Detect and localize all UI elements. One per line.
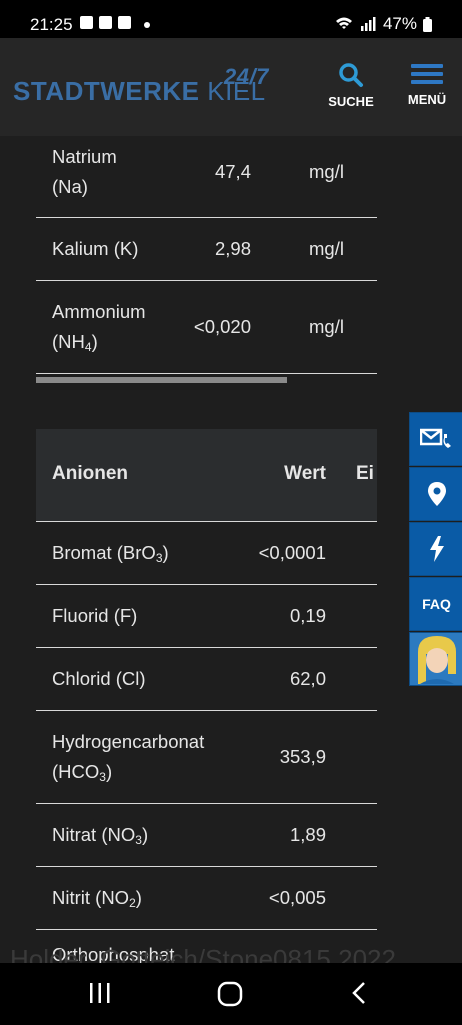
stadtwerke-kiel-logo[interactable]: STADTWERKE KIEL 24/7: [13, 64, 268, 107]
table-row: Ammonium (NH4) <0,020 mg/l: [36, 281, 377, 374]
faq-button[interactable]: FAQ: [409, 577, 462, 631]
cell-value: 62,0: [289, 668, 326, 689]
header-anionen: Anionen: [52, 463, 128, 484]
search-icon: [339, 63, 363, 87]
chat-assistant-button[interactable]: [409, 632, 462, 686]
main-content: Natrium (Na) 47,4 mg/l Kalium (K) 2,98 mg…: [0, 136, 462, 963]
cell-value: 2,98: [214, 238, 251, 259]
cell-value: <0,0001: [258, 542, 326, 563]
system-navigation-bar: [0, 963, 462, 1025]
lightning-icon: [429, 536, 444, 562]
cell-name: Nitrat (NO3): [52, 824, 149, 847]
hamburger-menu-icon: [411, 64, 443, 84]
status-bar: 21:25 47%: [0, 0, 462, 38]
cell-name: Hydrogencarbonat (HCO3): [52, 731, 205, 784]
cell-value: <0,020: [193, 316, 251, 337]
app-icon: [118, 16, 131, 29]
table-row: Bromat (BrO3) <0,0001: [36, 522, 377, 585]
logo-text-247: 24/7: [224, 64, 269, 89]
signal-icon: [360, 17, 376, 31]
mail-phone-icon: [419, 428, 451, 448]
gallery-icon: [80, 16, 93, 29]
table-row: Chlorid (Cl) 62,0: [36, 648, 377, 711]
table-row: Natrium (Na) 47,4 mg/l: [36, 136, 377, 218]
cell-name: Kalium (K): [52, 238, 139, 259]
contact-phone-button[interactable]: [409, 412, 462, 466]
menu-label: MENÜ: [407, 92, 447, 107]
table-row: Fluorid (F) 0,19: [36, 585, 377, 648]
cell-value: 47,4: [214, 161, 251, 182]
cell-name: Natrium (Na): [52, 146, 117, 197]
header-einheit: Ei: [356, 463, 374, 484]
search-label: SUCHE: [328, 94, 374, 109]
table-row: Nitrat (NO3) 1,89: [36, 804, 377, 867]
table-row: Hydrogencarbonat (HCO3) 353,9: [36, 711, 377, 804]
cell-unit: mg/l: [309, 238, 344, 259]
wifi-icon: [335, 17, 352, 29]
cell-value: 1,89: [289, 824, 326, 845]
battery-icon: [423, 16, 432, 32]
location-button[interactable]: [409, 467, 462, 521]
header-wert: Wert: [284, 463, 326, 484]
table-row: Kalium (K) 2,98 mg/l: [36, 218, 377, 281]
search-button[interactable]: SUCHE: [326, 62, 376, 109]
home-icon[interactable]: [217, 981, 243, 1007]
table-row: Nitrit (NO2) <0,005: [36, 867, 377, 930]
cell-value: <0,005: [268, 887, 326, 908]
system-icons: 47%: [335, 14, 432, 34]
cell-value: 353,9: [279, 746, 326, 767]
logo-text-main: STADTWERKE: [13, 76, 200, 106]
status-time: 21:25: [30, 15, 73, 34]
map-pin-icon: [427, 482, 446, 506]
outage-button[interactable]: [409, 522, 462, 576]
menu-button[interactable]: MENÜ: [402, 62, 452, 107]
back-icon[interactable]: [348, 981, 372, 1005]
cell-name: Bromat (BrO3): [52, 542, 169, 565]
cell-unit: mg/l: [309, 161, 344, 182]
more-notifications-icon: [144, 22, 150, 28]
anionen-table-header: Anionen Wert Ei: [36, 429, 377, 522]
notification-icons: [80, 16, 131, 29]
battery-percent: 47%: [382, 14, 417, 33]
cell-name: Ammonium (NH4): [52, 301, 146, 354]
cell-name: Chlorid (Cl): [52, 668, 146, 689]
cell-value: 0,19: [289, 605, 326, 626]
cell-name: Nitrit (NO2): [52, 887, 142, 910]
horizontal-scrollbar[interactable]: [36, 377, 287, 383]
recent-apps-icon[interactable]: [88, 981, 112, 1005]
faq-label: FAQ: [422, 596, 451, 612]
assistant-avatar-icon: [417, 636, 456, 684]
calendar-icon: [99, 16, 112, 29]
cell-name: Fluorid (F): [52, 605, 138, 626]
cell-unit: mg/l: [309, 316, 344, 337]
